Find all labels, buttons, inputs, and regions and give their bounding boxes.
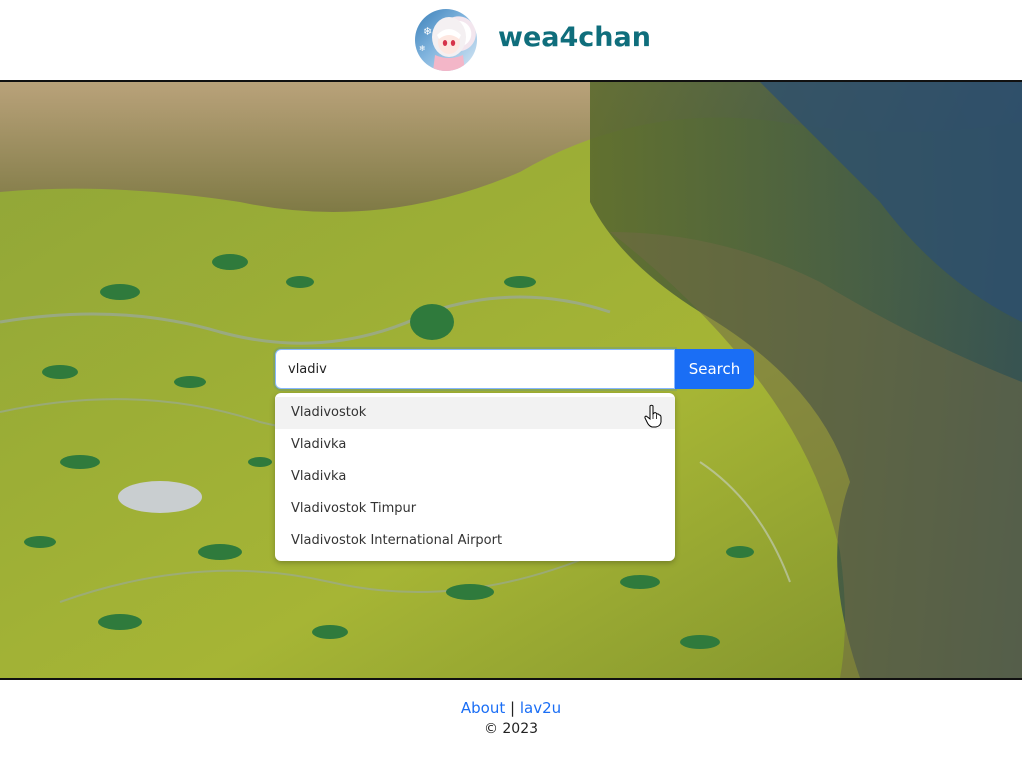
- svg-text:❄: ❄: [419, 44, 426, 53]
- suggestion-item[interactable]: Vladivostok: [275, 397, 675, 429]
- site-title[interactable]: wea4chan: [498, 22, 651, 53]
- site-footer: About | lav2u © 2023: [0, 682, 1022, 758]
- search-button[interactable]: Search: [675, 349, 754, 389]
- suggestions-dropdown: Vladivostok Vladivka Vladivka Vladivosto…: [275, 393, 675, 561]
- site-header: ❄ ❄ wea4chan: [0, 0, 1022, 80]
- suggestion-item[interactable]: Vladivostok Timpur: [275, 493, 675, 525]
- author-link[interactable]: lav2u: [520, 699, 561, 717]
- footer-separator: |: [510, 699, 516, 717]
- suggestion-item[interactable]: Vladivka: [275, 429, 675, 461]
- logo-avatar[interactable]: ❄ ❄: [415, 9, 477, 71]
- svg-text:❄: ❄: [423, 25, 432, 38]
- suggestion-item[interactable]: Vladivka: [275, 461, 675, 493]
- footer-links: About | lav2u: [0, 699, 1022, 717]
- search-bar: Search: [275, 349, 755, 389]
- copyright-text: © 2023: [483, 721, 539, 737]
- about-link[interactable]: About: [461, 699, 505, 717]
- hand-pointer-icon: [644, 404, 662, 428]
- suggestion-item[interactable]: Vladivostok International Airport: [275, 525, 675, 557]
- search-input[interactable]: [275, 349, 675, 389]
